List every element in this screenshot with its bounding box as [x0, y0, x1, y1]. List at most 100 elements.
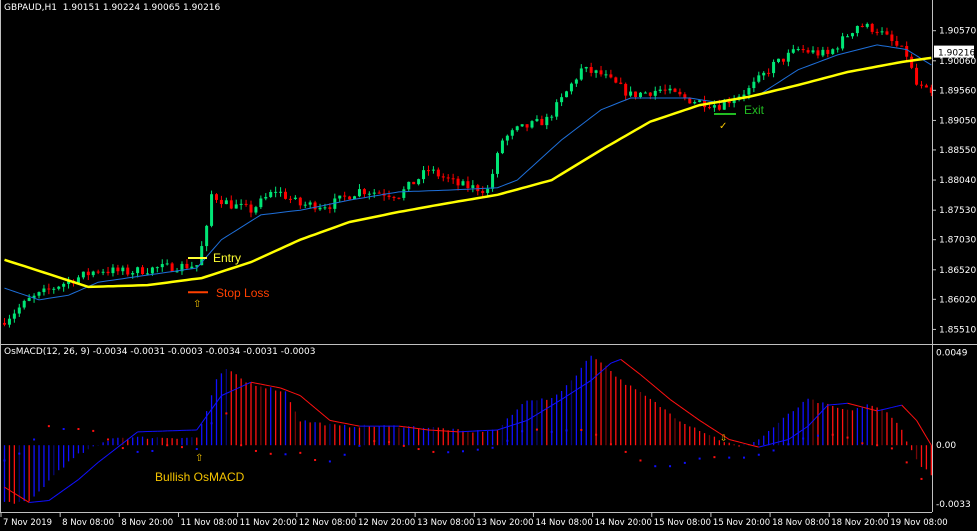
oscillator-dot [210, 422, 213, 425]
candle-body [210, 194, 214, 226]
candle [496, 151, 499, 178]
oscillator-dot [269, 452, 272, 455]
candle-body [141, 267, 145, 275]
symbol-label: GBPAUD,H1 [4, 3, 58, 13]
entry-label: Entry [213, 251, 241, 265]
oscillator-dot [299, 451, 302, 454]
candle-body [7, 318, 11, 325]
candle-body [875, 31, 879, 33]
candle-body [629, 91, 633, 96]
oscillator-dot [180, 446, 183, 449]
candle-body [116, 267, 120, 272]
candle-body [663, 89, 667, 91]
candle-body [658, 89, 662, 91]
candle-body [244, 203, 248, 205]
time-tick-label: 19 Nov 08:00 [890, 518, 947, 528]
oscillator-dot [195, 448, 198, 451]
candle-body [254, 207, 258, 213]
indicator-tick-label: 0.0049 [936, 349, 968, 359]
candle-body [407, 181, 411, 190]
candle-body [594, 70, 598, 73]
candle-body [638, 92, 642, 98]
candle-body [717, 105, 721, 110]
candle-body [806, 50, 810, 53]
candle-body [885, 31, 889, 35]
check-mark-icon: ✓ [719, 121, 727, 132]
oscillator-dot [595, 433, 598, 436]
candle-body [565, 91, 569, 98]
candle-body [106, 271, 110, 274]
candle-body [436, 169, 440, 177]
candle-body [62, 283, 66, 287]
candle-body [357, 189, 361, 197]
candle-body [525, 124, 529, 128]
candle [500, 138, 504, 155]
candle-body [471, 185, 475, 189]
oscillator-dot [121, 447, 124, 450]
candle-body [387, 195, 391, 197]
time-tick-label: 15 Nov 08:00 [654, 518, 711, 528]
price-tick-label: 1.89050 [939, 116, 976, 126]
candle-body [801, 49, 805, 51]
candle-body [890, 34, 894, 42]
candle-body [486, 188, 490, 193]
candle-body [589, 67, 593, 73]
oscillator-dot [62, 428, 65, 430]
candle-body [846, 36, 850, 38]
price-tick-label: 1.89560 [939, 86, 976, 96]
candle-body [22, 300, 26, 308]
open-value: 1.90151 [62, 3, 100, 13]
price-tick-label: 1.86520 [939, 266, 976, 276]
bullish-osmacd-label: Bullish OsMACD [155, 470, 245, 484]
candle-body [17, 307, 21, 314]
candle-body [796, 49, 800, 51]
candle-body [160, 264, 164, 268]
candle-body [520, 124, 524, 127]
time-tick-label: 8 Nov 08:00 [62, 518, 114, 528]
candle-body [372, 192, 376, 194]
low-value: 1.90065 [142, 3, 181, 13]
candle-body [491, 173, 495, 189]
time-tick-label: 18 Nov 20:00 [831, 518, 888, 528]
oscillator-dot [757, 453, 760, 456]
oscillator-dot [890, 447, 893, 450]
candle-body [481, 191, 485, 193]
candle-body [190, 266, 194, 269]
oscillator-dot [328, 460, 331, 463]
candle-body [249, 204, 253, 213]
candle-body [165, 263, 169, 265]
candle-body [274, 191, 278, 193]
oscillator-dot [624, 450, 627, 453]
candle-body [831, 49, 835, 54]
candle-body [126, 267, 130, 275]
oscillator-dot [491, 446, 494, 449]
candle-body [81, 271, 85, 278]
time-tick-label: 8 Nov 20:00 [121, 518, 173, 528]
candle-body [131, 273, 135, 275]
candle-body [550, 116, 554, 118]
candle-body [264, 196, 268, 199]
candle-body [234, 204, 238, 209]
candle-body [52, 288, 56, 290]
candle-body [555, 102, 559, 117]
candle-body [303, 204, 307, 206]
candle-body [821, 49, 825, 56]
oscillator-dot [905, 461, 908, 464]
candle-body [500, 140, 504, 154]
oscillator-dot [254, 449, 257, 452]
candle-body [298, 197, 302, 206]
price-chart[interactable]: Entry Stop Loss ⇧ Exit ✓ ⇧ Bullish OsMACD ⇩ 1.… [0, 0, 977, 531]
candle-body [456, 178, 460, 186]
candle-body [653, 90, 657, 96]
candle-body [27, 297, 31, 301]
candle-body [781, 58, 785, 62]
signal-line-segment [413, 427, 419, 430]
candle-body [343, 195, 347, 197]
oscillator-dot [240, 444, 243, 447]
candle-body [752, 81, 756, 89]
oscillator-dot [713, 456, 716, 459]
candle-body [86, 271, 90, 276]
oscillator-dot [743, 456, 745, 459]
chart-header: GBPAUD,H1 1.90151 1.90224 1.90065 1.9021… [4, 3, 220, 13]
candle-body [614, 77, 618, 83]
